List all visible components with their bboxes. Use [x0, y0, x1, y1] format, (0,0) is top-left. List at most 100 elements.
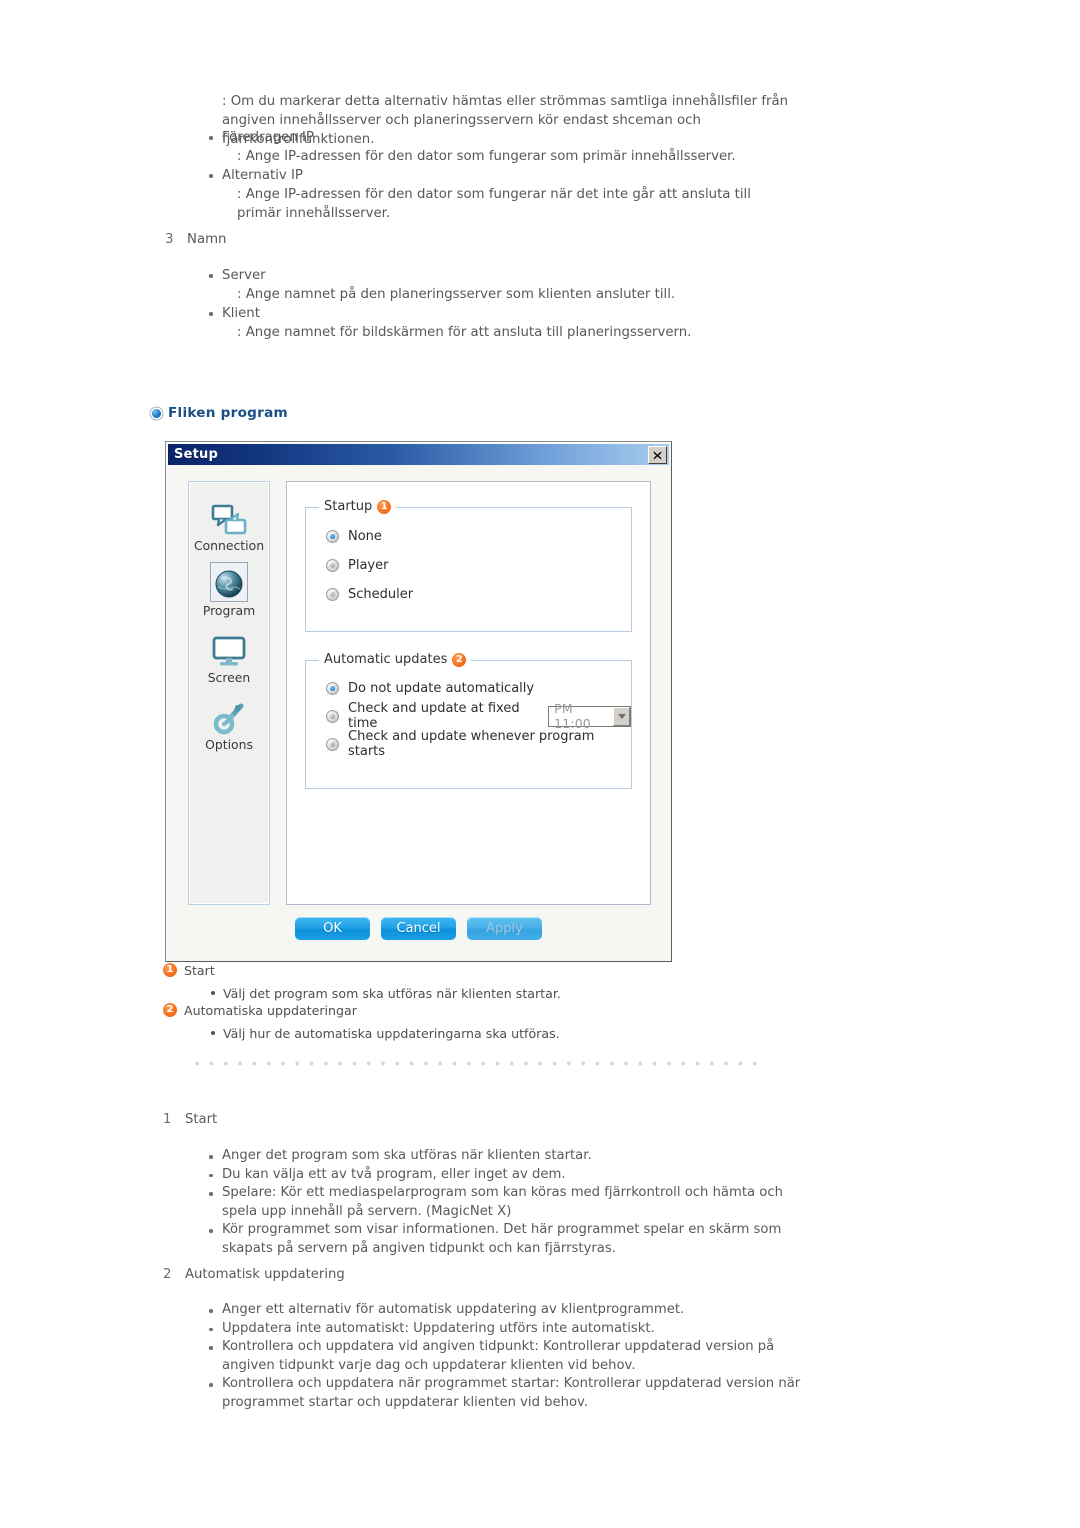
- bullet-desc: : Ange namnet för bildskärmen för att an…: [237, 325, 692, 340]
- badge-2: 2: [163, 1003, 177, 1017]
- radio-label: None: [348, 528, 382, 544]
- bullet-term: Klient: [222, 306, 260, 321]
- time-dropdown[interactable]: PM 11:00: [548, 701, 631, 731]
- globe-icon: [210, 562, 248, 602]
- legend-title: Start: [184, 963, 215, 978]
- close-glyph: [653, 450, 662, 460]
- badge-1: 1: [163, 963, 177, 977]
- list-item: Kontrollera och uppdatera vid angiven ti…: [207, 1338, 817, 1375]
- radio-no-auto-update[interactable]: Do not update automatically: [326, 676, 631, 700]
- section-number: 1: [163, 1112, 172, 1127]
- document-page: : Om du markerar detta alternativ hämtas…: [0, 0, 1080, 1528]
- radio-icon: [326, 709, 339, 723]
- radio-label: Check and update at fixed time: [348, 701, 520, 731]
- bottom-list-2: Anger ett alternativ för automatisk uppd…: [207, 1301, 817, 1413]
- radio-update-on-start[interactable]: Check and update whenever program starts: [326, 729, 631, 759]
- cancel-button[interactable]: Cancel: [381, 917, 456, 940]
- list-item: Föredragen IP : Ange IP-adressen för den…: [207, 128, 807, 166]
- list-item-text: Kör programmet som visar informationen. …: [222, 1222, 782, 1256]
- group-label-text: Automatic updates: [324, 652, 448, 667]
- legend-row-1: 1 Start: [163, 963, 763, 983]
- legend-sub-text: Välj det program som ska utföras när kli…: [223, 985, 561, 1001]
- chevron-down-icon: [613, 706, 630, 726]
- section-title: Namn: [187, 232, 227, 247]
- section-title: Start: [185, 1112, 218, 1127]
- close-icon[interactable]: [648, 446, 667, 464]
- setup-dialog: Setup Connection Program Screen Options …: [165, 441, 672, 962]
- radio-label: Check and update whenever program starts: [348, 729, 595, 759]
- sidebar-item-label: Program: [202, 603, 256, 618]
- monitor-icon: [211, 627, 247, 669]
- radio-startup-none[interactable]: None: [326, 524, 631, 548]
- ok-button[interactable]: OK: [295, 917, 370, 940]
- list-item: Alternativ IP : Ange IP-adressen för den…: [207, 166, 807, 223]
- list-item: Klient : Ange namnet för bildskärmen för…: [207, 304, 807, 342]
- radio-startup-player[interactable]: Player: [326, 553, 631, 577]
- section-number: 3: [165, 232, 174, 247]
- bullet-desc: : Ange IP-adressen för den dator som fun…: [237, 187, 751, 221]
- radio-icon: [326, 587, 339, 601]
- list-item: Spelare: Kör ett mediaspelarprogram som …: [207, 1184, 817, 1221]
- list-item: Anger det program som ska utföras när kl…: [207, 1147, 817, 1166]
- sidebar-item-label: Connection: [193, 538, 265, 553]
- radio-startup-scheduler[interactable]: Scheduler: [326, 582, 631, 606]
- list-item-text: Uppdatera inte automatiskt: Uppdatering …: [222, 1320, 655, 1336]
- radio-icon-selected: [326, 529, 339, 543]
- sidebar-item-connection[interactable]: Connection: [189, 495, 269, 562]
- legend-row-2: 2 Automatiska uppdateringar: [163, 1003, 763, 1023]
- radio-label: Do not update automatically: [348, 680, 535, 696]
- apply-button[interactable]: Apply: [467, 917, 542, 940]
- startup-group: Startup 1 None Player Scheduler: [305, 499, 632, 632]
- connection-icon: [210, 495, 248, 537]
- list-item: Anger ett alternativ för automatisk uppd…: [207, 1301, 817, 1320]
- list-item: Uppdatera inte automatiskt: Uppdatering …: [207, 1320, 817, 1339]
- legend-sub-text: Välj hur de automatiska uppdateringarna …: [223, 1025, 560, 1041]
- list-item-text: Du kan välja ett av två program, eller i…: [222, 1166, 566, 1182]
- legend-sub-2: Välj hur de automatiska uppdateringarna …: [163, 1023, 763, 1043]
- list-item-text: Kontrollera och uppdatera vid angiven ti…: [222, 1339, 775, 1373]
- badge-2: 2: [452, 652, 467, 667]
- radio-icon: [326, 737, 339, 751]
- section-divider: [190, 1061, 760, 1066]
- sidebar-item-options[interactable]: Options: [189, 694, 269, 761]
- list-item: Kontrollera och uppdatera när programmet…: [207, 1375, 817, 1412]
- bullet-term: Alternativ IP: [222, 168, 303, 183]
- sidebar-item-program[interactable]: Program: [189, 562, 269, 627]
- legend-sub-1: Välj det program som ska utföras när kli…: [163, 983, 763, 1003]
- bullet-desc: : Ange IP-adressen för den dator som fun…: [237, 149, 736, 164]
- dialog-title: Setup: [174, 447, 218, 462]
- bullet-term: Server: [222, 268, 266, 283]
- bottom-list-1: Anger det program som ska utföras när kl…: [207, 1147, 817, 1259]
- top-bullet-list: Föredragen IP : Ange IP-adressen för den…: [207, 128, 807, 223]
- dialog-button-row: OK Cancel Apply: [166, 917, 671, 940]
- bullet-dot-icon: [152, 408, 161, 418]
- bullet-term: Föredragen IP: [222, 130, 314, 145]
- legend-title: Automatiska uppdateringar: [184, 1003, 357, 1018]
- time-dropdown-value: PM 11:00: [554, 701, 591, 731]
- group-label-text: Startup: [324, 499, 373, 514]
- radio-update-fixed-time[interactable]: Check and update at fixed time PM 11:00: [326, 701, 631, 731]
- sidebar-item-label: Options: [205, 737, 253, 752]
- section-number: 2: [163, 1267, 172, 1282]
- wrench-icon: [211, 694, 247, 736]
- section-namn-heading: 3 Namn: [165, 230, 226, 249]
- list-item-text: Spelare: Kör ett mediaspelarprogram som …: [222, 1185, 783, 1219]
- automatic-updates-group: Automatic updates 2 Do not update automa…: [305, 652, 632, 789]
- bullet-desc: : Ange namnet på den planeringsserver so…: [237, 287, 676, 302]
- badge-1: 1: [377, 499, 392, 514]
- list-item: Du kan välja ett av två program, eller i…: [207, 1166, 817, 1185]
- list-item: Server : Ange namnet på den planeringsse…: [207, 266, 807, 304]
- radio-label: Player: [348, 557, 389, 573]
- radio-icon-selected: [326, 681, 339, 695]
- dialog-body: Connection Program Screen Options Startu…: [166, 465, 671, 959]
- sidebar-item-screen[interactable]: Screen: [189, 627, 269, 694]
- bottom-section-2-heading: 2 Automatisk uppdatering: [163, 1266, 345, 1285]
- dialog-titlebar: Setup: [168, 444, 669, 465]
- legend-block: 1 Start Välj det program som ska utföras…: [163, 963, 763, 1043]
- namn-bullet-list: Server : Ange namnet på den planeringsse…: [207, 266, 807, 342]
- section-title: Automatisk uppdatering: [185, 1267, 345, 1282]
- dialog-sidebar: Connection Program Screen Options: [188, 481, 270, 905]
- radio-label: Scheduler: [348, 586, 414, 602]
- list-item-text: Anger det program som ska utföras när kl…: [222, 1148, 592, 1163]
- radio-icon: [326, 558, 339, 572]
